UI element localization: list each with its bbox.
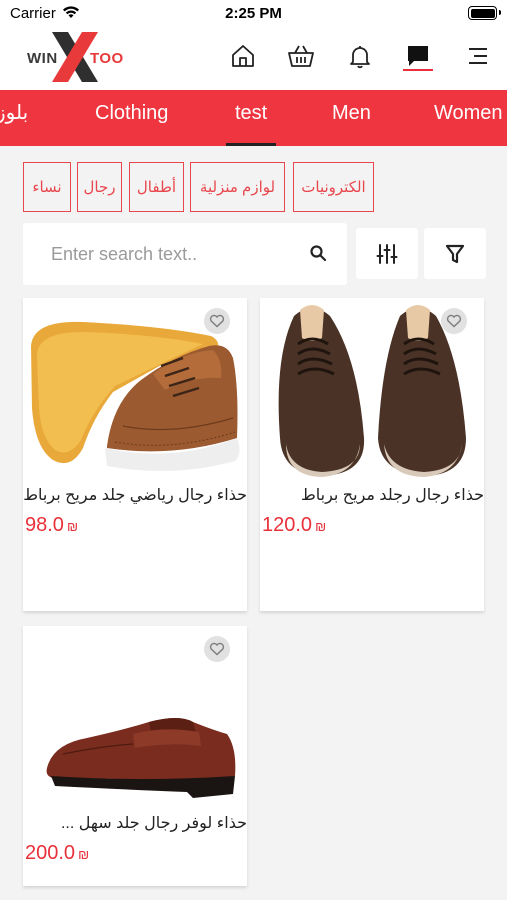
sliders-icon	[376, 243, 398, 264]
clock-label: 2:25 PM	[225, 5, 282, 22]
battery-icon	[468, 6, 501, 20]
tab-women[interactable]: Women	[434, 90, 503, 146]
product-card[interactable]: حذاء رجال رياضي جلد مريح برباط 98.0 ₪	[23, 298, 247, 611]
search-input[interactable]	[51, 223, 301, 285]
favorite-button[interactable]	[441, 308, 467, 334]
menu-button[interactable]	[463, 41, 493, 71]
bell-icon	[350, 46, 370, 69]
logo-text-left: WIN	[27, 50, 58, 67]
chip-home-supplies[interactable]: لوازم منزلية	[190, 162, 285, 212]
favorite-button[interactable]	[204, 636, 230, 662]
messages-button[interactable]	[403, 41, 433, 71]
chip-men[interactable]: رجال	[77, 162, 122, 212]
tab-blouses[interactable]: بلوز	[0, 90, 28, 146]
sort-options-button[interactable]	[356, 228, 418, 279]
product-name[interactable]: حذاء رجال رياضي جلد مريح برباط	[24, 485, 247, 505]
search-bar	[23, 223, 347, 285]
tab-test[interactable]: test	[226, 90, 277, 146]
brand-logo[interactable]: WIN TOO	[24, 32, 126, 82]
currency-symbol: ₪	[78, 847, 90, 862]
heart-icon	[446, 314, 462, 328]
tab-clothing[interactable]: Clothing	[95, 90, 168, 146]
chip-women[interactable]: نساء	[23, 162, 71, 212]
search-icon[interactable]	[307, 242, 331, 266]
product-name[interactable]: حذاء رجال رجلد مريح برباط	[261, 485, 484, 505]
home-icon	[232, 45, 254, 67]
chat-icon	[408, 46, 428, 66]
basket-icon	[288, 45, 314, 67]
product-card[interactable]: حذاء لوفر رجال جلد سهل ... 200.0 ₪	[23, 626, 247, 886]
heart-icon	[209, 314, 225, 328]
tab-men[interactable]: Men	[332, 90, 371, 146]
menu-icon	[469, 48, 487, 64]
category-tabs: بلوز Clothing test Men Women	[0, 90, 507, 146]
currency-symbol: ₪	[315, 519, 327, 534]
app-screen: Carrier 2:25 PM WIN TOO بلوز Clothing te…	[0, 0, 507, 900]
home-button[interactable]	[228, 41, 258, 71]
notifications-button[interactable]	[345, 41, 375, 71]
product-card[interactable]: حذاء رجال رجلد مريح برباط 120.0 ₪	[260, 298, 484, 611]
product-name[interactable]: حذاء لوفر رجال جلد سهل ...	[24, 813, 247, 833]
product-price: 120.0 ₪	[262, 514, 327, 536]
filter-icon	[445, 244, 465, 263]
product-price: 200.0 ₪	[25, 842, 90, 864]
cart-button[interactable]	[286, 41, 316, 71]
chip-kids[interactable]: أطفال	[129, 162, 184, 212]
app-header: WIN TOO	[0, 26, 507, 90]
favorite-button[interactable]	[204, 308, 230, 334]
currency-symbol: ₪	[66, 519, 78, 534]
filter-button[interactable]	[424, 228, 486, 279]
status-bar: Carrier 2:25 PM	[0, 0, 507, 26]
heart-icon	[209, 642, 225, 656]
product-price: 98.0 ₪	[25, 514, 78, 536]
active-header-indicator	[403, 69, 433, 71]
logo-text-right: TOO	[90, 50, 124, 67]
chip-electronics[interactable]: الكترونيات	[293, 162, 374, 212]
